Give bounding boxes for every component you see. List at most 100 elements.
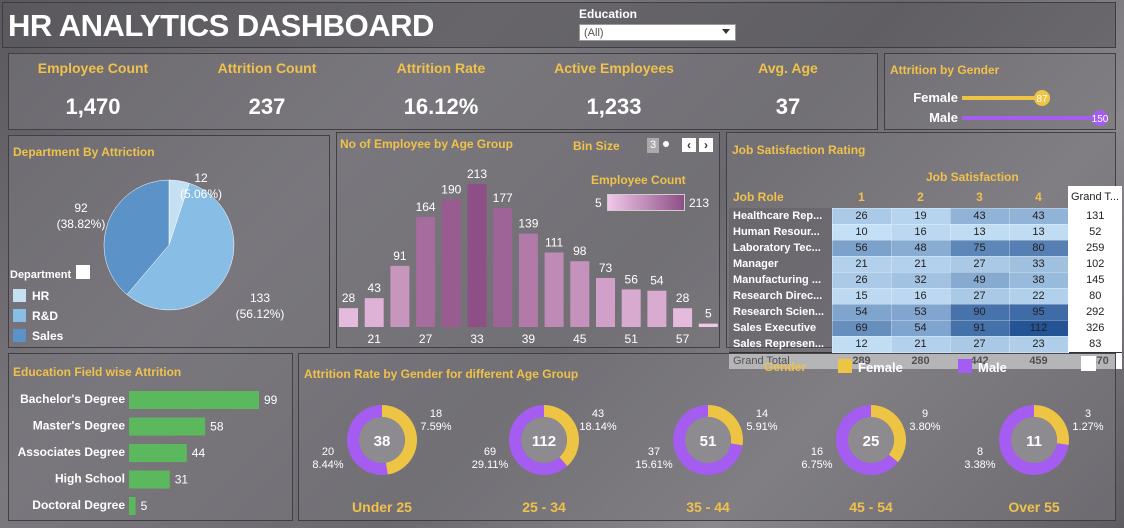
department-attrition-title: Department By Attriction [13,145,155,159]
education-label: Bachelor's Degree [20,392,125,406]
donut-female-pct: 1.27% [1072,421,1103,433]
donut-age-label: 45 - 54 [849,499,893,515]
kpi-label: Active Employees [554,60,674,76]
age-bar-label: 91 [393,249,407,263]
age-bar [339,308,358,327]
gender-label: Female [913,90,958,105]
gender-bar [962,96,1043,100]
age-tick-label: 21 [368,332,382,346]
donut-total: 25 [863,433,880,450]
job-satisfaction-title: Job Satisfaction Rating [732,143,866,157]
table-header-row: Job Role 1 2 3 4 Grand T... [729,186,1122,208]
pie-legend-swatch [13,289,26,302]
education-value: 58 [210,420,224,434]
chevron-down-icon [722,29,730,34]
donut-female-count: 9 [922,408,928,420]
gender-value: 150 [1092,114,1109,125]
attrition-by-gender-chart: Female 87 Male 150 [913,90,1109,126]
age-tick-label: 51 [625,332,639,346]
donut-age-label: 35 - 44 [686,499,730,515]
pie-legend-label: HR [32,289,50,303]
donut-male-count: 8 [977,446,983,458]
age-bar [698,323,718,327]
gender-value: 87 [1036,94,1048,105]
table-cell: 43 [1008,207,1069,225]
education-label: Associates Degree [18,445,126,459]
donut-age-label: 25 - 34 [522,499,566,515]
table-cell: 54 [890,319,951,337]
row-label: Manufacturing ... [729,272,832,288]
table-cell: 90 [949,303,1010,321]
table-row: Sales Executive 69 54 91 112 326 [729,319,1122,337]
age-bar-label: 73 [599,261,613,275]
table-cell: 22 [1008,287,1069,305]
row-label: Manager [729,256,832,272]
pie-value-label: 92 [74,201,88,215]
table-cell: 38 [1008,271,1069,289]
donut-female-pct: 3.80% [909,421,940,433]
donut-female-pct: 5.91% [746,421,777,433]
education-filter-select[interactable]: (All) [579,24,736,41]
previous-bin-button[interactable]: ‹ [682,138,696,152]
gender-bar [962,116,1100,120]
age-bar-label: 28 [342,291,356,305]
age-bar [673,308,693,327]
row-label: Research Scien... [729,304,832,320]
table-row: Manager 21 21 27 33 102 [729,255,1122,273]
department-pie-chart: 12 (5.06%) 133 (56.12%) 92 (38.82%) Department… [10,171,285,343]
table-cell: 16 [890,287,951,305]
education-field-title: Education Field wise Attrition [13,365,182,379]
table-cell: 13 [1008,223,1069,241]
donut-female-count: 3 [1085,408,1091,420]
education-bar [129,444,187,462]
row-total: 145 [1068,272,1122,288]
age-group-chart: 28 43 91 164 190 213 177 139 111 98 73 56 54 28 5 21 27 3… [339,167,718,346]
row-label: Human Resour... [729,224,832,240]
age-bar [441,199,461,327]
table-cell: 15 [831,287,892,305]
kpi-value: 16.12% [403,94,479,119]
table-cell: 49 [949,271,1010,289]
male-legend-swatch [958,359,972,373]
column-header: 2 [917,189,924,204]
age-bar-label: 111 [545,235,564,249]
pie-percent-label: (5.06%) [180,187,222,201]
education-field-chart: Bachelor's Degree 99 Master's Degree 58 Asso… [18,391,278,515]
job-satisfaction-grid: Job Role 1 2 3 4 Grand T... Healthcare Rep... 2… [729,186,1122,369]
table-cell: 80 [1008,239,1069,257]
age-bar-label: 139 [518,217,538,231]
age-tick-label: 39 [522,332,536,346]
pie-percent-label: (56.12%) [236,307,285,321]
donut-female-count: 18 [430,408,442,420]
donut-male-pct: 29.11% [472,459,509,471]
kpi-value: 1,470 [65,94,121,119]
table-cell: 75 [949,239,1010,257]
table-cell: 27 [949,335,1010,353]
table-cell: 48 [890,239,951,257]
attrition-by-gender-title: Attrition by Gender [890,63,1000,77]
donut-female-pct: 18.14% [579,421,617,433]
age-bar [570,261,590,327]
table-cell: 91 [949,319,1010,337]
table-cell: 54 [831,303,892,321]
legend-toggle-box[interactable] [1081,356,1096,371]
bin-size-label: Bin Size [573,139,620,153]
gender-age-group-title: Attrition Rate by Gender for different A… [304,367,579,381]
donut-male-pct: 15.61% [635,459,673,471]
table-cell: 95 [1008,303,1069,321]
next-bin-button[interactable]: › [699,138,713,152]
age-bar [493,208,513,327]
table-cell: 56 [831,239,892,257]
donut-female-pct: 7.59% [420,421,451,433]
bin-size-value[interactable]: 3 [647,138,659,153]
bin-size-slider-handle[interactable] [663,141,669,147]
row-total: 83 [1068,336,1122,353]
kpi-value: 237 [248,94,286,119]
column-header: Grand T... [1068,186,1122,208]
age-bar-label: 98 [573,244,587,258]
table-cell: 23 [1008,335,1069,353]
row-label: Laboratory Tec... [729,240,832,256]
row-total: 259 [1068,240,1122,256]
donut-female-count: 43 [592,408,604,420]
table-row: Research Scien... 54 53 90 95 292 [729,303,1122,321]
